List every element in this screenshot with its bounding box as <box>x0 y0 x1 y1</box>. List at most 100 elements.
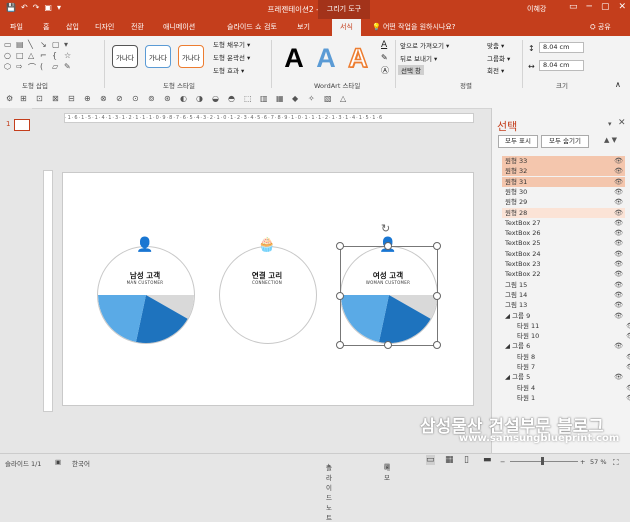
tab-file[interactable]: 파일 <box>10 22 23 32</box>
resize-handle[interactable] <box>336 292 344 300</box>
shape-style-2[interactable]: 가나다 <box>145 45 171 68</box>
tab-home[interactable]: 홈 <box>43 22 49 32</box>
selection-item[interactable]: 원형 33 👁 <box>502 156 625 166</box>
tell-me-search[interactable]: 💡 어떤 작업을 원하시나요? <box>372 22 456 32</box>
tool-icon[interactable]: ▦ <box>276 94 284 103</box>
selection-item[interactable]: TextBox 27 👁 <box>502 218 625 228</box>
selection-item[interactable]: 그림 13 👁 <box>502 300 625 310</box>
send-backward-button[interactable]: 뒤로 보내기 ▾ <box>400 53 437 63</box>
reorder-arrows[interactable]: ▲ ▼ <box>604 136 617 144</box>
group-button[interactable]: 그룹화 ▾ <box>487 53 510 63</box>
maximize-icon[interactable]: ▢ <box>601 2 610 12</box>
man-customer-circle[interactable] <box>97 246 195 344</box>
resize-handle[interactable] <box>336 341 344 349</box>
tool-icon[interactable]: ✧ <box>308 94 315 103</box>
resize-handle[interactable] <box>336 242 344 250</box>
visibility-eye-icon[interactable]: 👁 <box>614 259 623 269</box>
reading-view-icon[interactable]: ▯ <box>464 455 469 465</box>
line-shape-icon[interactable]: ╲ <box>28 40 40 51</box>
move-down-icon[interactable]: ▼ <box>612 136 617 144</box>
pane-options-icon[interactable]: ▾ <box>608 120 612 128</box>
connection-circle[interactable] <box>219 246 317 344</box>
selection-item[interactable]: ◢ 그룹 6 👁 <box>502 341 625 351</box>
wordart-style-orange[interactable]: A <box>344 41 372 75</box>
tool-icon[interactable]: ⊕ <box>84 94 91 103</box>
selection-item[interactable]: 타원 1 👁 <box>502 393 630 403</box>
visibility-eye-icon[interactable]: 👁 <box>614 249 623 259</box>
tab-animations[interactable]: 애니메이션 <box>163 22 195 32</box>
ribbon-display-icon[interactable]: ▭ <box>569 2 578 12</box>
hexagon-shape-icon[interactable]: ⬡ <box>4 62 16 73</box>
text-effects-icon[interactable]: Ⓐ <box>381 65 389 76</box>
shape-width-input[interactable]: 8.04 cm <box>539 60 584 71</box>
tool-icon[interactable]: ◒ <box>212 94 219 103</box>
visibility-eye-icon[interactable]: 👁 <box>614 311 623 321</box>
right-arrow-shape-icon[interactable]: ⇨ <box>16 62 28 73</box>
rotate-handle-icon[interactable]: ↻ <box>381 222 390 235</box>
tool-icon[interactable]: ⚙ <box>6 94 13 103</box>
visibility-eye-icon[interactable]: 👁 <box>614 166 623 176</box>
tab-insert[interactable]: 삽입 <box>66 22 79 32</box>
visibility-eye-icon[interactable]: 👁 <box>614 177 623 187</box>
visibility-eye-icon[interactable]: 👁 <box>626 352 630 362</box>
arrow-shape-icon[interactable]: ↘ <box>40 40 52 51</box>
shape-fill-button[interactable]: 도형 채우기 ▾ <box>213 39 250 49</box>
visibility-eye-icon[interactable]: 👁 <box>614 156 623 166</box>
visibility-eye-icon[interactable]: 👁 <box>614 228 623 238</box>
visibility-eye-icon[interactable]: 👁 <box>626 321 630 331</box>
shape-style-3[interactable]: 가나다 <box>178 45 204 68</box>
visibility-eye-icon[interactable]: 👁 <box>614 341 623 351</box>
tab-view[interactable]: 보기 <box>297 22 310 32</box>
zoom-slider-thumb[interactable] <box>541 457 544 465</box>
vertical-ruler[interactable] <box>43 170 53 412</box>
selection-item[interactable]: TextBox 23 👁 <box>502 259 625 269</box>
text-fill-icon[interactable]: A <box>381 40 387 50</box>
brace-shape-icon[interactable]: { <box>52 51 64 62</box>
man-customer-pie[interactable] <box>98 295 194 343</box>
horizontal-ruler[interactable]: ·1·6·1·5·1·4·1·3·1·2·1·1·1·0·9·8·7·6·5·4… <box>64 113 474 123</box>
bring-forward-button[interactable]: 앞으로 가져오기 ▾ <box>400 40 449 50</box>
selection-item[interactable]: 원형 29 👁 <box>502 197 625 207</box>
zoom-out-button[interactable]: − <box>500 458 505 466</box>
selection-item[interactable]: TextBox 24 👁 <box>502 249 625 259</box>
tool-icon[interactable]: ▧ <box>324 94 332 103</box>
close-pane-icon[interactable]: ✕ <box>618 118 626 128</box>
tool-icon[interactable]: ⊙ <box>132 94 139 103</box>
tool-icon[interactable]: ⊡ <box>36 94 43 103</box>
square-shape-icon[interactable]: □ <box>16 51 28 62</box>
slide-thumbnail[interactable] <box>14 119 30 131</box>
hide-all-button[interactable]: 모두 숨기기 <box>541 135 589 148</box>
tool-icon[interactable]: ▥ <box>260 94 268 103</box>
spell-check-icon[interactable]: ▣ <box>55 458 61 466</box>
tool-icon[interactable]: ⊟ <box>68 94 75 103</box>
tool-icon[interactable]: ◐ <box>180 94 187 103</box>
wordart-style-black[interactable]: A <box>280 41 308 75</box>
edit-shape-icon[interactable]: ✎ <box>64 62 76 73</box>
resize-handle[interactable] <box>384 341 392 349</box>
tool-icon[interactable]: ◆ <box>292 94 298 103</box>
text-box-shape-icon[interactable]: ▤ <box>16 40 28 51</box>
triangle-shape-icon[interactable]: △ <box>28 51 40 62</box>
user-name[interactable]: 이혜강 <box>527 4 546 14</box>
shape-height-input[interactable]: 8.04 cm <box>539 42 584 53</box>
selection-item[interactable]: 원형 28 👁 <box>502 207 625 218</box>
visibility-eye-icon[interactable]: 👁 <box>614 238 623 248</box>
shape-outline-button[interactable]: 도형 윤곽선 ▾ <box>213 52 250 62</box>
visibility-eye-icon[interactable]: 👁 <box>626 362 630 372</box>
tool-icon[interactable]: ◓ <box>228 94 235 103</box>
tool-icon[interactable]: ⬚ <box>244 94 252 103</box>
selection-pane-button[interactable]: 선택 창 <box>398 65 425 75</box>
normal-view-icon[interactable]: ▭ <box>426 455 435 465</box>
visibility-eye-icon[interactable]: 👁 <box>614 300 623 310</box>
wordart-style-blue[interactable]: A <box>312 41 340 75</box>
shape-style-1[interactable]: 가나다 <box>112 45 138 68</box>
visibility-eye-icon[interactable]: 👁 <box>614 290 623 300</box>
zoom-level[interactable]: 57 % <box>590 458 607 466</box>
selection-item[interactable]: 타원 11 👁 <box>502 321 630 331</box>
resize-handle[interactable] <box>433 242 441 250</box>
tool-icon[interactable]: ⊗ <box>100 94 107 103</box>
tool-icon[interactable]: △ <box>340 94 346 103</box>
visibility-eye-icon[interactable]: 👁 <box>614 218 623 228</box>
slideshow-view-icon[interactable]: ▬ <box>483 455 492 465</box>
selection-item[interactable]: 타원 8 👁 <box>502 352 630 362</box>
